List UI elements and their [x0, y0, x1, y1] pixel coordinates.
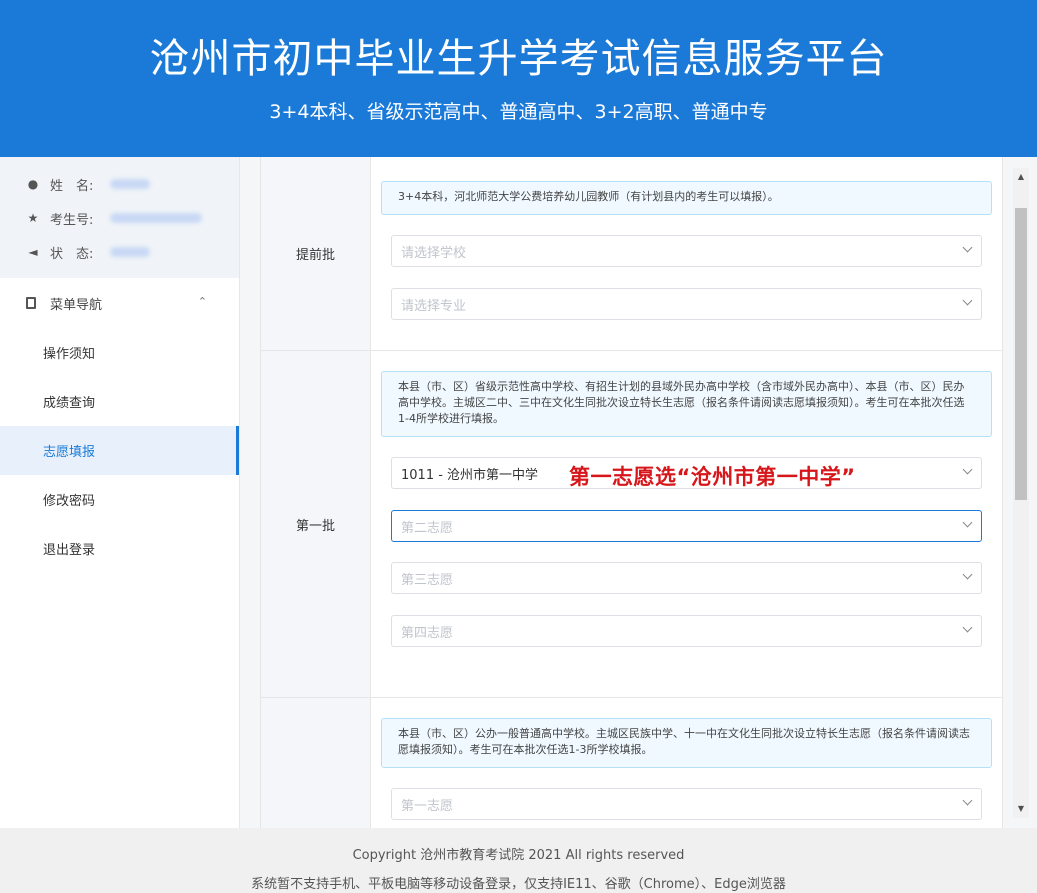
first-choice-select-batch2[interactable]: 第一志愿 [391, 788, 982, 820]
third-choice-select[interactable]: 第三志愿 [391, 562, 982, 594]
school-select[interactable]: 请选择学校 [391, 235, 982, 267]
section-first-batch: 第一批 本县（市、区）省级示范性高中学校、有招生计划的县域外民办高中学校（含市域… [261, 351, 1002, 698]
user-status-row: ◄ 状 态: [26, 241, 150, 263]
redacted-id [110, 213, 202, 223]
id-label: 考生号: [50, 212, 94, 228]
section-notice: 3+4本科，河北师范大学公费培养幼儿园教师（有计划县内的考生可以填报）。 [381, 181, 992, 215]
user-info-panel: ● 姓 名: ★ 考生号: ◄ 状 态: [0, 157, 239, 278]
select-placeholder: 第一志愿 [401, 798, 454, 814]
sidebar: ● 姓 名: ★ 考生号: ◄ 状 态: 菜单导航 ⌃ 操作须知 成绩查询 志愿… [0, 157, 240, 828]
redacted-status [110, 247, 150, 257]
status-label: 状 态: [50, 246, 94, 262]
nav-item-label: 修改密码 [43, 494, 96, 509]
scroll-down-icon[interactable]: ▼ [1013, 802, 1029, 816]
nav-item-label: 退出登录 [43, 543, 96, 558]
nav-item-logout[interactable]: 退出登录 [0, 524, 239, 573]
section-early-batch: 提前批 3+4本科，河北师范大学公费培养幼儿园教师（有计划县内的考生可以填报）。… [261, 157, 1002, 351]
document-icon [26, 297, 36, 309]
page-subtitle: 3+4本科、省级示范高中、普通高中、3+2高职、普通中专 [269, 101, 768, 123]
select-placeholder: 第四志愿 [401, 625, 454, 641]
page-header: 沧州市初中毕业生升学考试信息服务平台 3+4本科、省级示范高中、普通高中、3+2… [0, 0, 1037, 157]
nav-item-application[interactable]: 志愿填报 [0, 426, 239, 475]
user-name-row: ● 姓 名: [26, 173, 150, 195]
speaker-icon: ◄ [28, 245, 38, 259]
main-content: 提前批 3+4本科，河北师范大学公费培养幼儿园教师（有计划县内的考生可以填报）。… [240, 157, 1037, 828]
star-icon: ★ [27, 211, 39, 225]
second-choice-select[interactable]: 第二志愿 [391, 510, 982, 542]
application-form: 提前批 3+4本科，河北师范大学公费培养幼儿园教师（有计划县内的考生可以填报）。… [260, 157, 1003, 828]
page-title: 沧州市初中毕业生升学考试信息服务平台 [149, 36, 888, 82]
chevron-down-icon [962, 795, 973, 806]
chevron-down-icon [962, 517, 973, 528]
vertical-scrollbar[interactable]: ▲ ▼ [1013, 168, 1029, 818]
user-id-row: ★ 考生号: [26, 207, 202, 229]
nav-item-label: 成绩查询 [43, 396, 96, 411]
chevron-down-icon [962, 622, 973, 633]
select-placeholder: 第三志愿 [401, 572, 454, 588]
footer-copyright: Copyright 沧州市教育考试院 2021 All rights reser… [352, 848, 685, 863]
scrollbar-thumb[interactable] [1015, 208, 1027, 500]
page-footer: Copyright 沧州市教育考试院 2021 All rights reser… [0, 828, 1037, 893]
section-second-batch: 本县（市、区）公办一般普通高中学校。主城区民族中学、十一中在文化生同批次设立特长… [261, 698, 1002, 828]
major-select[interactable]: 请选择专业 [391, 288, 982, 320]
name-label: 姓 名: [50, 178, 94, 194]
redacted-name [110, 179, 150, 189]
scroll-up-icon[interactable]: ▲ [1013, 170, 1029, 184]
nav-item-label: 志愿填报 [43, 445, 96, 460]
menu-nav-label: 菜单导航 [50, 297, 103, 313]
nav-item-instructions[interactable]: 操作须知 [0, 328, 239, 377]
nav-item-score-query[interactable]: 成绩查询 [0, 377, 239, 426]
nav-item-label: 操作须知 [43, 347, 96, 362]
section-notice: 本县（市、区）公办一般普通高中学校。主城区民族中学、十一中在文化生同批次设立特长… [381, 718, 992, 768]
chevron-down-icon [962, 464, 973, 475]
section-label: 提前批 [261, 157, 371, 350]
footer-browser-notice: 系统暂不支持手机、平板电脑等移动设备登录，仅支持IE11、谷歌（Chrome）、… [251, 877, 786, 892]
chevron-up-icon: ⌃ [197, 295, 207, 308]
section-label [261, 698, 371, 828]
section-label: 第一批 [261, 351, 371, 697]
select-placeholder: 请选择专业 [401, 298, 467, 314]
section-notice: 本县（市、区）省级示范性高中学校、有招生计划的县域外民办高中学校（含市域外民办高… [381, 371, 992, 437]
select-placeholder: 请选择学校 [401, 245, 467, 261]
annotation-text: 第一志愿选“沧州市第一中学” [569, 465, 856, 489]
chevron-down-icon [962, 295, 973, 306]
chevron-down-icon [962, 242, 973, 253]
fourth-choice-select[interactable]: 第四志愿 [391, 615, 982, 647]
select-value: 1011 - 沧州市第一中学 [401, 467, 539, 483]
chevron-down-icon [962, 569, 973, 580]
menu-nav-header[interactable]: 菜单导航 ⌃ [0, 278, 239, 328]
user-icon: ● [27, 177, 39, 191]
nav-item-change-password[interactable]: 修改密码 [0, 475, 239, 524]
select-placeholder: 第二志愿 [401, 520, 454, 536]
